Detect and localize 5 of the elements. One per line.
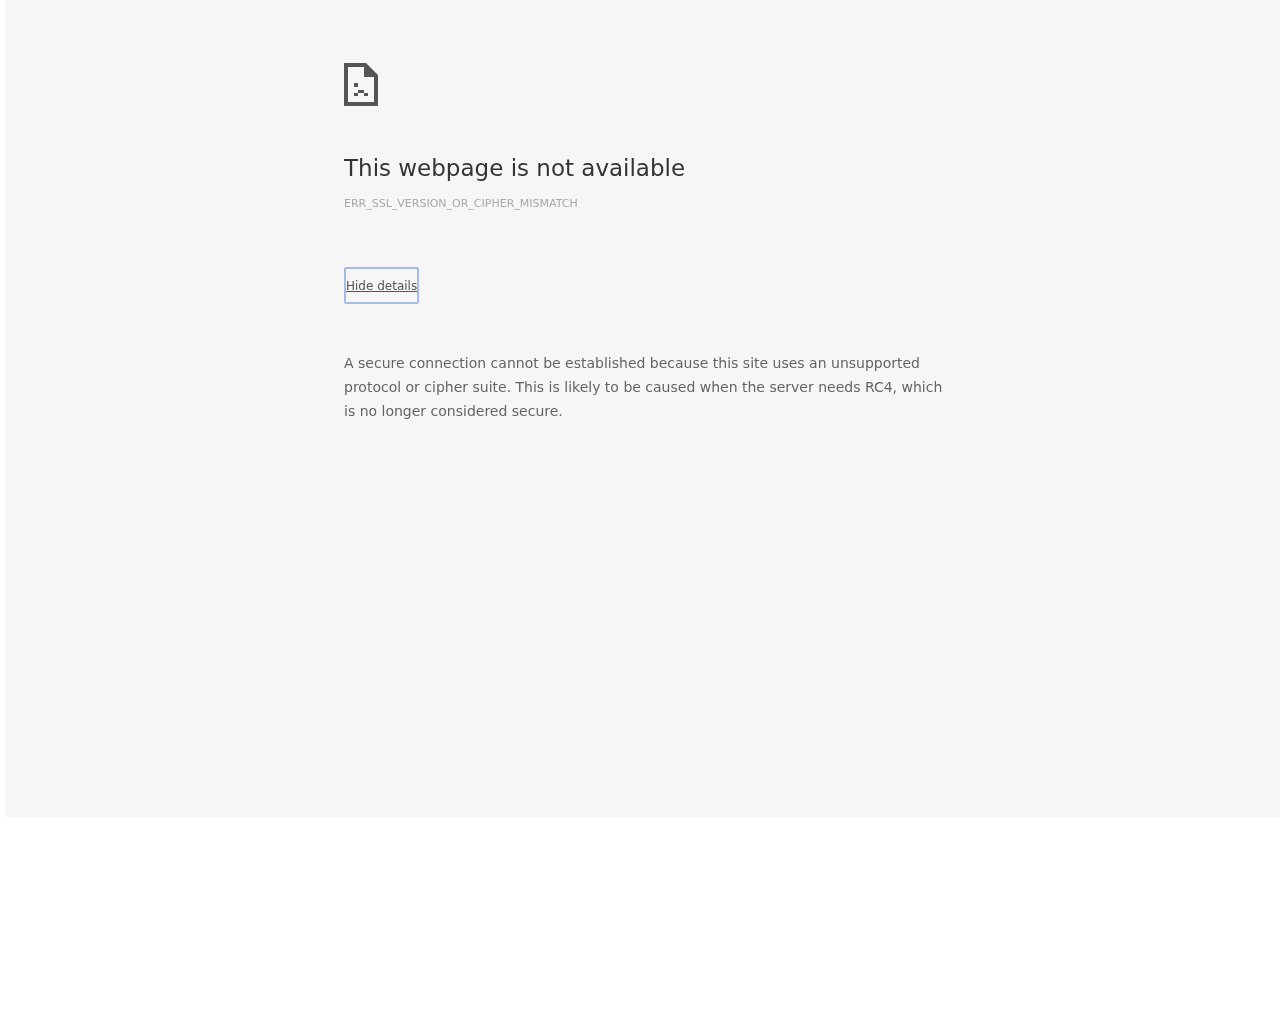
sad-document-icon <box>344 63 378 106</box>
error-code: ERR_SSL_VERSION_OR_CIPHER_MISMATCH <box>344 197 578 211</box>
error-heading: This webpage is not available <box>344 154 686 183</box>
hide-details-button[interactable]: Hide details <box>344 267 420 304</box>
error-details-text: A secure connection cannot be established because this site uses an unsupported protocol or cipher suite. This is likely to be caused when the server needs RC4, which is no longer considered secure. <box>344 354 944 421</box>
